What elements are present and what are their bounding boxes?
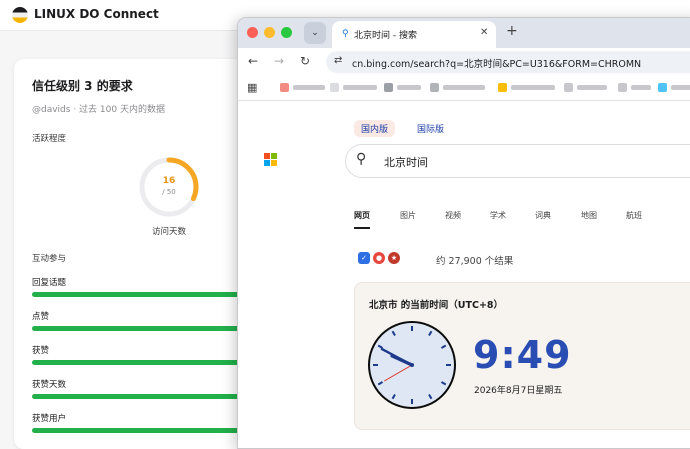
search-box[interactable]: ⚲ 北京时间 <box>345 144 690 178</box>
metric-bar-liked-users <box>32 428 264 433</box>
metric-bar-likes <box>32 326 264 331</box>
visit-days-label: 访问天数 <box>151 227 186 237</box>
tab-maps[interactable]: 地图 <box>581 210 597 221</box>
visit-days-max: / 50 <box>162 188 176 196</box>
card-title: 信任级别 3 的要求 <box>32 79 133 93</box>
analog-clock <box>368 321 456 409</box>
search-input[interactable]: 北京时间 <box>384 154 428 170</box>
result-count: 约 27,900 个结果 <box>436 256 514 267</box>
bing-results-page: 国内版 国际版 ⚲ 北京时间 网页 图片 视频 学术 词典 地图 航班 ✓ ● … <box>238 101 690 448</box>
tab-dictionary[interactable]: 词典 <box>535 210 551 221</box>
metric-label-liked-days: 获赞天数 <box>32 380 67 390</box>
tab-academic[interactable]: 学术 <box>490 210 506 221</box>
reload-icon[interactable]: ↻ <box>300 54 310 68</box>
scope-domestic-tab[interactable]: 国内版 <box>354 120 396 137</box>
section-activity: 活跃程度 <box>32 134 67 144</box>
apps-grid-icon[interactable]: ▦ <box>247 81 257 94</box>
metric-bar-liked-days <box>32 394 264 399</box>
search-favicon-icon: ⚲ <box>342 29 349 39</box>
metric-label-replies: 回复话题 <box>32 278 67 288</box>
browser-window: ⌄ ⚲ 北京时间 - 搜索 ✕ + ← → ↻ ⇄ cn.bing.com/se… <box>237 17 690 449</box>
digital-time: 9:49 <box>473 333 572 377</box>
metric-bar-liked <box>32 360 264 365</box>
visit-days-ring <box>139 157 199 217</box>
clock-center <box>410 363 414 367</box>
bookmarks-bar: ▦ <box>238 76 690 101</box>
address-url[interactable]: cn.bing.com/search?q=北京时间&PC=U316&FORM=C… <box>352 56 641 70</box>
site-title[interactable]: LINUX DO Connect <box>34 7 159 21</box>
browser-tab[interactable]: ⚲ 北京时间 - 搜索 ✕ <box>332 21 496 48</box>
metric-label-liked: 获赞 <box>32 346 50 356</box>
back-arrow-icon[interactable]: ← <box>248 54 258 68</box>
tab-strip: ⌄ ⚲ 北京时间 - 搜索 ✕ + <box>238 18 690 48</box>
scope-international-tab[interactable]: 国际版 <box>410 120 451 137</box>
maximize-window-button[interactable] <box>281 27 292 38</box>
tab-flights[interactable]: 航班 <box>626 210 642 221</box>
trust-level-card: 信任级别 3 的要求 @davids · 过去 100 天内的数据 活跃程度 1… <box>14 59 264 449</box>
metric-label-liked-users: 获赞用户 <box>32 414 67 424</box>
tab-title: 北京时间 - 搜索 <box>354 31 417 41</box>
tab-images[interactable]: 图片 <box>400 210 416 221</box>
source-icon: ★ <box>388 252 400 264</box>
tab-web[interactable]: 网页 <box>354 210 370 221</box>
chevron-down-icon: ⌄ <box>311 28 319 38</box>
linuxdo-logo-icon[interactable] <box>12 7 28 23</box>
tab-search-button[interactable]: ⌄ <box>304 22 326 44</box>
close-tab-icon[interactable]: ✕ <box>480 27 488 38</box>
answer-title: 北京市 的当前时间（UTC+8） <box>369 300 504 311</box>
site-settings-icon[interactable]: ⇄ <box>334 55 342 66</box>
card-subtitle: @davids · 过去 100 天内的数据 <box>32 105 165 115</box>
close-window-button[interactable] <box>247 27 258 38</box>
checkmark-icon: ✓ <box>358 252 370 264</box>
metric-label-likes: 点赞 <box>32 312 50 322</box>
active-tab-indicator <box>354 227 370 229</box>
minimize-window-button[interactable] <box>264 27 275 38</box>
section-interaction: 互动参与 <box>32 254 67 264</box>
search-icon[interactable]: ⚲ <box>356 151 366 167</box>
forward-arrow-icon[interactable]: → <box>274 54 284 68</box>
new-tab-button[interactable]: + <box>506 23 518 39</box>
address-bar[interactable]: ⇄ cn.bing.com/search?q=北京时间&PC=U316&FORM… <box>326 51 690 73</box>
browser-toolbar: ← → ↻ ⇄ cn.bing.com/search?q=北京时间&PC=U31… <box>238 48 690 76</box>
tab-videos[interactable]: 视频 <box>445 210 461 221</box>
answer-date: 2026年8月7日星期五 <box>474 386 563 396</box>
source-icon: ● <box>373 252 385 264</box>
visit-days-value: 16 <box>162 176 176 186</box>
time-answer-card: 北京市 的当前时间（UTC+8） 9:49 2026年8月7日星期五 <box>354 282 690 430</box>
microsoft-logo-icon[interactable] <box>264 153 278 167</box>
metric-bar-replies <box>32 292 264 297</box>
